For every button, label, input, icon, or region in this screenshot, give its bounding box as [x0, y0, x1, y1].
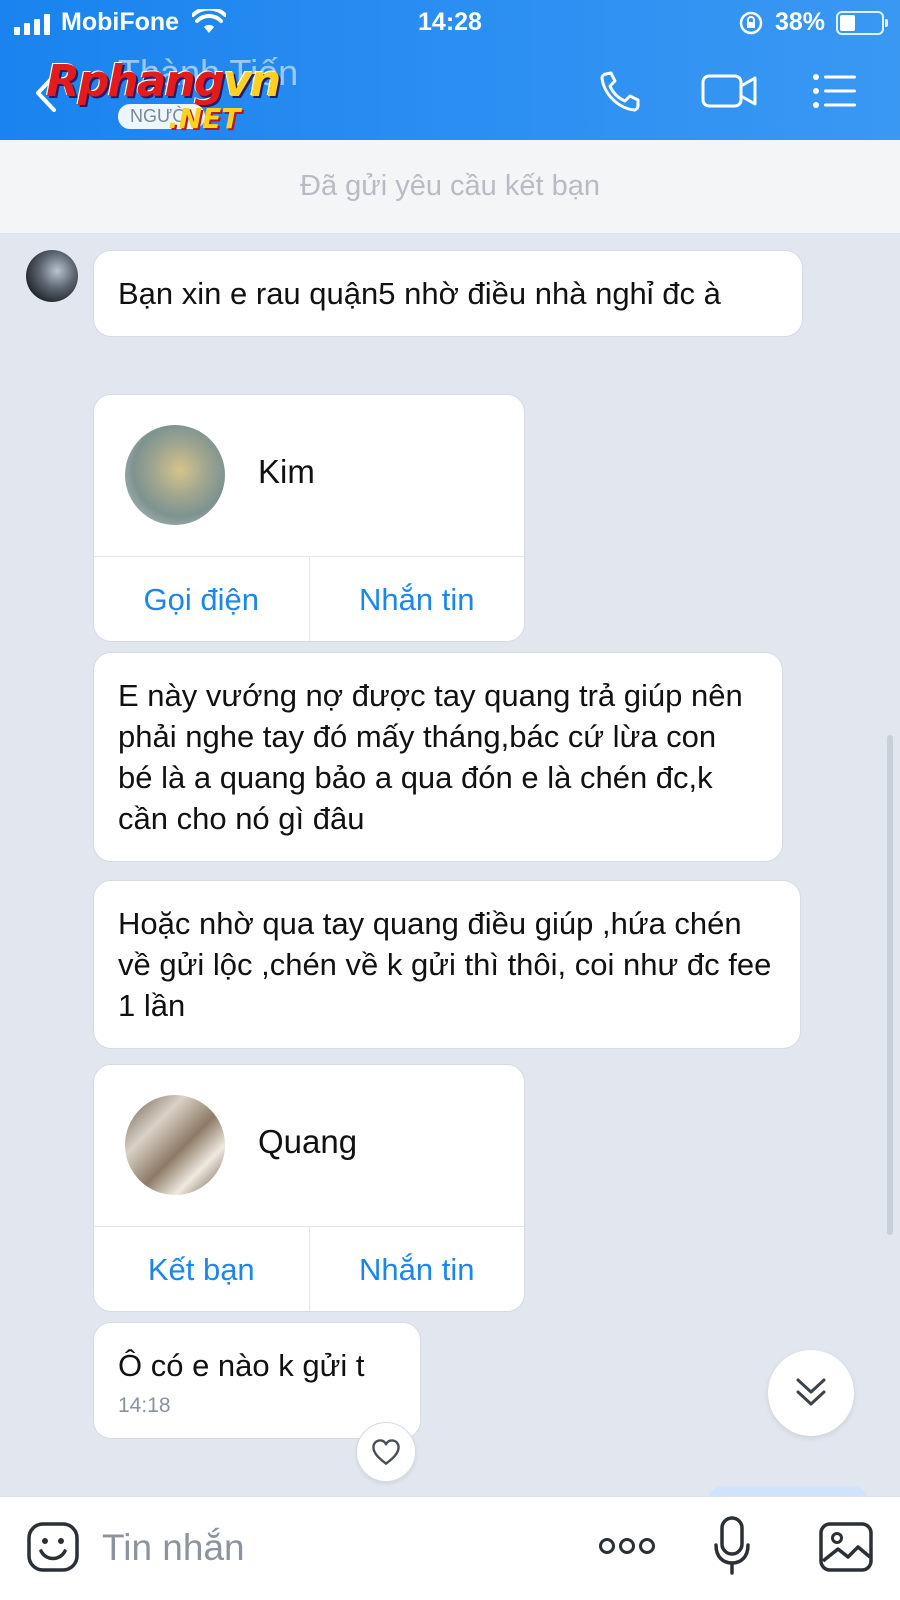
video-call-icon[interactable]: [700, 68, 760, 114]
contact-card-quang[interactable]: Quang Kết bạn Nhắn tin: [93, 1064, 525, 1312]
chat-scrollbar[interactable]: [887, 735, 893, 1235]
chat-header: MobiFone 14:28 38% Thành Tiến Rphangvn N…: [0, 0, 900, 140]
contact-avatar: [125, 425, 225, 525]
message-text: Bạn xin e rau quận5 nhờ điều nhà nghỉ đc…: [118, 276, 721, 311]
status-bar: MobiFone 14:28 38%: [0, 0, 900, 48]
menu-icon[interactable]: [810, 68, 860, 114]
contact-card-actions: Gọi điện Nhắn tin: [94, 557, 525, 641]
friend-request-banner: Đã gửi yêu cầu kết bạn: [0, 140, 900, 234]
message-bubble[interactable]: Hoặc nhờ qua tay quang điều giúp ,hứa ch…: [93, 880, 801, 1049]
contact-card-header: Kim: [94, 395, 524, 557]
emoji-icon[interactable]: [26, 1519, 80, 1575]
battery-icon: [836, 11, 888, 35]
contact-card-name: Kim: [258, 453, 315, 490]
contact-card-name: Quang: [258, 1123, 358, 1160]
message-text: Ô có e nào k gửi t: [118, 1348, 365, 1383]
message-text: E này vướng nợ được tay quang trả giúp n…: [118, 678, 743, 836]
more-icon[interactable]: [598, 1533, 656, 1559]
contact-card-actions: Kết bạn Nhắn tin: [94, 1227, 525, 1311]
contact-card-kim[interactable]: Kim Gọi điện Nhắn tin: [93, 394, 525, 642]
heart-icon[interactable]: [356, 1422, 416, 1482]
nav-bar: Thành Tiến Rphangvn NGƯỜI .NET: [0, 48, 900, 140]
message-input[interactable]: [102, 1519, 562, 1577]
watermark-logo: Rphangvn: [46, 56, 281, 107]
status-time: 14:28: [418, 8, 482, 36]
message-bubble[interactable]: Ô có e nào k gửi t 14:18: [93, 1322, 421, 1439]
message-button[interactable]: Nhắn tin: [308, 1227, 525, 1311]
battery-percent: 38%: [775, 8, 826, 36]
phone-icon[interactable]: [598, 68, 648, 114]
message-button[interactable]: Nhắn tin: [308, 557, 525, 641]
message-bubble[interactable]: Bạn xin e rau quận5 nhờ điều nhà nghỉ đc…: [93, 250, 803, 337]
contact-card-header: Quang: [94, 1065, 524, 1227]
call-button[interactable]: Gọi điện: [94, 557, 309, 641]
message-bubble[interactable]: E này vướng nợ được tay quang trả giúp n…: [93, 652, 783, 862]
rotation-lock-icon: [739, 11, 763, 35]
battery-level: [840, 15, 855, 31]
contact-avatar: [125, 1095, 225, 1195]
add-friend-button[interactable]: Kết bạn: [94, 1227, 309, 1311]
image-icon[interactable]: [818, 1519, 874, 1575]
watermark-suffix: .NET: [168, 102, 241, 135]
message-input-bar: [0, 1496, 900, 1600]
friend-request-text: Đã gửi yêu cầu kết bạn: [300, 170, 600, 202]
message-text: Hoặc nhờ qua tay quang điều giúp ,hứa ch…: [118, 906, 772, 1023]
scroll-down-icon[interactable]: [768, 1350, 854, 1436]
message-time: 14:18: [118, 1394, 171, 1417]
microphone-icon[interactable]: [712, 1515, 752, 1577]
sender-avatar[interactable]: [26, 250, 78, 302]
